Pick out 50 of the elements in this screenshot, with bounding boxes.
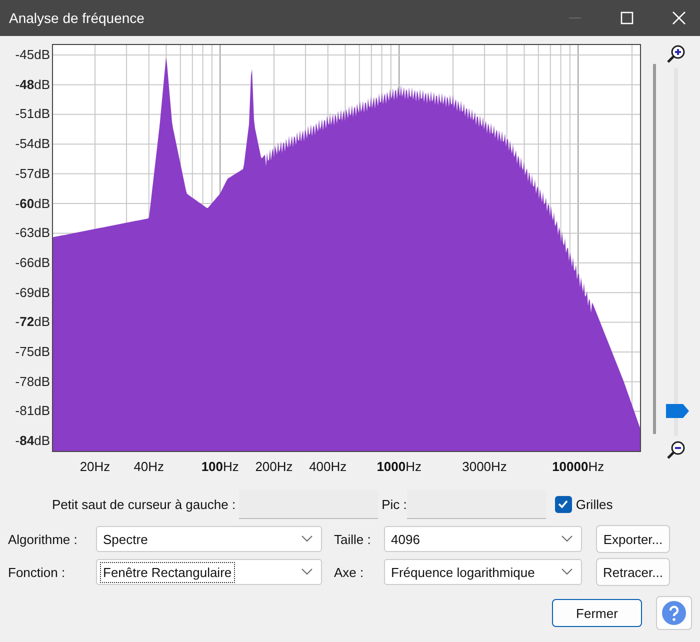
dropdown[interactable]: Fréquence logarithmique bbox=[384, 559, 582, 585]
axis-label: 100Hz bbox=[200, 459, 240, 474]
help-icon bbox=[662, 601, 686, 625]
axis-label: -66dB bbox=[15, 254, 50, 270]
axis-label: 3000Hz bbox=[461, 459, 508, 474]
chevron-icon bbox=[561, 568, 573, 576]
checkmark-icon bbox=[557, 498, 570, 510]
axis-label: -60dB bbox=[15, 196, 50, 210]
axis-label: -51dB bbox=[15, 106, 50, 122]
field-label: Algorithme : bbox=[8, 532, 78, 546]
zoom-in-icon[interactable] bbox=[666, 44, 686, 64]
field-label: Axe : bbox=[334, 564, 365, 580]
maximize-icon[interactable] bbox=[620, 11, 634, 25]
dropdown[interactable]: Fenêtre Rectangulaire bbox=[96, 559, 322, 585]
dropdown[interactable]: Spectre bbox=[96, 526, 322, 552]
axis-label: 40Hz bbox=[132, 459, 166, 474]
axis-label: 1000Hz bbox=[376, 459, 423, 474]
field-label: Fonction : bbox=[8, 564, 66, 580]
axis-label: 200Hz bbox=[254, 459, 294, 474]
grids-checkbox[interactable]: Grilles bbox=[554, 496, 613, 512]
close-button[interactable]: Fermer bbox=[552, 599, 642, 627]
field-label: Taille : bbox=[334, 532, 372, 546]
side-button[interactable]: Exporter... bbox=[596, 525, 670, 553]
axis-label: -63dB bbox=[15, 225, 50, 240]
close-icon[interactable] bbox=[672, 11, 686, 25]
axis-label: -84dB bbox=[15, 433, 50, 448]
axis-label: -72dB bbox=[15, 314, 50, 330]
axis-label: 20Hz bbox=[78, 459, 112, 474]
axis-label: -75dB bbox=[15, 344, 50, 359]
scrollbar[interactable] bbox=[653, 64, 656, 434]
axis-label: -81dB bbox=[15, 403, 50, 418]
side-button[interactable]: Retracer... bbox=[596, 558, 670, 586]
zoom-slider-thumb[interactable] bbox=[666, 404, 690, 418]
chevron-icon bbox=[301, 535, 313, 543]
axis-label: 10000Hz bbox=[551, 459, 606, 474]
chevron-icon bbox=[561, 535, 573, 543]
window-title: Analyse de fréquence bbox=[9, 10, 144, 26]
axis-label: -57dB bbox=[15, 166, 50, 181]
axis-label: 400Hz bbox=[308, 459, 348, 474]
axis-label: -78dB bbox=[15, 374, 50, 389]
help-button[interactable] bbox=[656, 596, 692, 630]
cursor-label: Petit saut de curseur à gauche : bbox=[52, 496, 236, 512]
axis-label: -69dB bbox=[15, 284, 50, 300]
dropdown[interactable]: 4096 bbox=[384, 526, 582, 552]
peak-label: Pic : bbox=[382, 496, 407, 512]
axis-label: -48dB bbox=[15, 76, 50, 92]
axis-label: -54dB bbox=[15, 136, 50, 152]
chevron-icon bbox=[301, 568, 313, 576]
zoom-out-icon[interactable] bbox=[666, 440, 686, 460]
axis-label: -45dB bbox=[15, 47, 50, 62]
